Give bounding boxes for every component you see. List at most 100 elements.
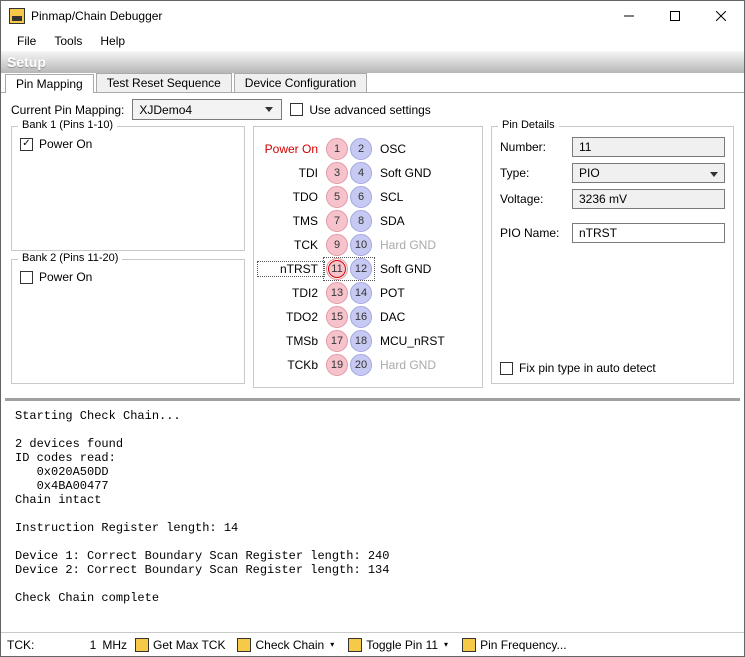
- pin-left-label[interactable]: TDI: [258, 166, 324, 180]
- pioname-label: PIO Name:: [500, 226, 564, 240]
- pin-left-label[interactable]: TMS: [258, 214, 324, 228]
- pin-left-label[interactable]: TMSb: [258, 334, 324, 348]
- number-field: 11: [572, 137, 725, 157]
- fix-pin-type-checkbox[interactable]: Fix pin type in auto detect: [500, 361, 656, 375]
- minimize-button[interactable]: [606, 1, 652, 31]
- pin-circle[interactable]: 12: [350, 258, 372, 280]
- pin-circle[interactable]: 7: [326, 210, 348, 232]
- titlebar: Pinmap/Chain Debugger: [1, 1, 744, 31]
- bank1-power-checkbox[interactable]: Power On: [20, 137, 236, 151]
- chevron-down-icon: ▾: [328, 640, 336, 649]
- bank1-power-label: Power On: [39, 137, 92, 151]
- pin-frequency-button[interactable]: Pin Frequency...: [458, 636, 570, 654]
- output-log[interactable]: Starting Check Chain... 2 devices found …: [5, 398, 740, 632]
- type-select[interactable]: PIO: [572, 163, 725, 183]
- pin-left-label[interactable]: nTRST: [258, 262, 324, 276]
- pin-right-label[interactable]: POT: [374, 286, 444, 300]
- pin-circle[interactable]: 18: [350, 330, 372, 352]
- menu-tools[interactable]: Tools: [46, 32, 90, 50]
- chevron-down-icon: ▾: [442, 640, 450, 649]
- pin-pair: 910: [324, 234, 374, 256]
- pin-left-label[interactable]: TCK: [258, 238, 324, 252]
- tab-device-config[interactable]: Device Configuration: [234, 73, 367, 92]
- pin-pair: 1920: [324, 354, 374, 376]
- pin-circle[interactable]: 2: [350, 138, 372, 160]
- pin-right-label[interactable]: DAC: [374, 310, 444, 324]
- pin-circle[interactable]: 9: [326, 234, 348, 256]
- pin-row: TDO56SCL: [258, 185, 478, 209]
- menu-file[interactable]: File: [9, 32, 44, 50]
- pin-circle[interactable]: 5: [326, 186, 348, 208]
- pin-left-label[interactable]: TDO2: [258, 310, 324, 324]
- pin-circle[interactable]: 1: [326, 138, 348, 160]
- pin-left-label[interactable]: TDI2: [258, 286, 324, 300]
- current-mapping-value: XJDemo4: [139, 103, 192, 117]
- pin-circle[interactable]: 20: [350, 354, 372, 376]
- pin-right-label[interactable]: Hard GND: [374, 358, 444, 372]
- pin-circle[interactable]: 13: [326, 282, 348, 304]
- pin-left-label[interactable]: TDO: [258, 190, 324, 204]
- close-button[interactable]: [698, 1, 744, 31]
- pioname-input[interactable]: nTRST: [572, 223, 725, 243]
- app-icon: [9, 8, 25, 24]
- pin-row: Power On12OSC: [258, 137, 478, 161]
- pin-circle[interactable]: 11: [326, 258, 348, 280]
- use-advanced-checkbox[interactable]: Use advanced settings: [290, 103, 430, 117]
- type-label: Type:: [500, 166, 564, 180]
- current-mapping-select[interactable]: XJDemo4: [132, 99, 282, 120]
- bank2-power-label: Power On: [39, 270, 92, 284]
- tab-test-reset[interactable]: Test Reset Sequence: [96, 73, 232, 92]
- maximize-button[interactable]: [652, 1, 698, 31]
- toggle-pin-label: Toggle Pin 11: [366, 638, 438, 652]
- bank2-power-checkbox[interactable]: Power On: [20, 270, 236, 284]
- chevron-down-icon: [710, 166, 718, 180]
- pin-circle[interactable]: 10: [350, 234, 372, 256]
- pin-circle[interactable]: 6: [350, 186, 372, 208]
- tab-pin-mapping[interactable]: Pin Mapping: [5, 74, 94, 93]
- status-bar: TCK: 1 MHz Get Max TCK Check Chain ▾ Tog…: [1, 632, 744, 656]
- use-advanced-label: Use advanced settings: [309, 103, 430, 117]
- pin-circle[interactable]: 14: [350, 282, 372, 304]
- pin-right-label[interactable]: OSC: [374, 142, 444, 156]
- check-chain-label: Check Chain: [255, 638, 324, 652]
- pin-row: TMS78SDA: [258, 209, 478, 233]
- pin-circle[interactable]: 15: [326, 306, 348, 328]
- tool-icon: [237, 638, 251, 652]
- pin-right-label[interactable]: SDA: [374, 214, 444, 228]
- pin-right-label[interactable]: SCL: [374, 190, 444, 204]
- menu-bar: File Tools Help: [1, 31, 744, 51]
- voltage-field: 3236 mV: [572, 189, 725, 209]
- pin-circle[interactable]: 8: [350, 210, 372, 232]
- menu-help[interactable]: Help: [92, 32, 133, 50]
- pin-row: TDI34Soft GND: [258, 161, 478, 185]
- pin-circle[interactable]: 3: [326, 162, 348, 184]
- pin-pair: 34: [324, 162, 374, 184]
- bank2-title: Bank 2 (Pins 11-20): [18, 252, 122, 264]
- check-chain-button[interactable]: Check Chain ▾: [233, 636, 340, 654]
- pin-right-label[interactable]: MCU_nRST: [374, 334, 444, 348]
- pin-right-label[interactable]: Soft GND: [374, 262, 444, 276]
- get-max-tck-button[interactable]: Get Max TCK: [131, 636, 229, 654]
- pin-left-label[interactable]: Power On: [258, 142, 324, 156]
- pin-right-label[interactable]: Soft GND: [374, 166, 444, 180]
- checkbox-icon: [20, 138, 33, 151]
- pin-circle[interactable]: 16: [350, 306, 372, 328]
- pin-pair: 12: [324, 138, 374, 160]
- pin-pair: 1314: [324, 282, 374, 304]
- tab-body: Current Pin Mapping: XJDemo4 Use advance…: [1, 93, 744, 398]
- tool-icon: [135, 638, 149, 652]
- pin-right-label[interactable]: Hard GND: [374, 238, 444, 252]
- checkbox-icon: [500, 362, 513, 375]
- pin-circle[interactable]: 17: [326, 330, 348, 352]
- checkbox-icon: [20, 271, 33, 284]
- toggle-pin-button[interactable]: Toggle Pin 11 ▾: [344, 636, 454, 654]
- pin-circle[interactable]: 4: [350, 162, 372, 184]
- pin-row: nTRST1112Soft GND: [258, 257, 478, 281]
- pin-row: TDI21314POT: [258, 281, 478, 305]
- pin-circle[interactable]: 19: [326, 354, 348, 376]
- pin-map: Power On12OSCTDI34Soft GNDTDO56SCLTMS78S…: [253, 126, 483, 388]
- checkbox-icon: [290, 103, 303, 116]
- pin-row: TCK910Hard GND: [258, 233, 478, 257]
- pin-left-label[interactable]: TCKb: [258, 358, 324, 372]
- pin-pair: 56: [324, 186, 374, 208]
